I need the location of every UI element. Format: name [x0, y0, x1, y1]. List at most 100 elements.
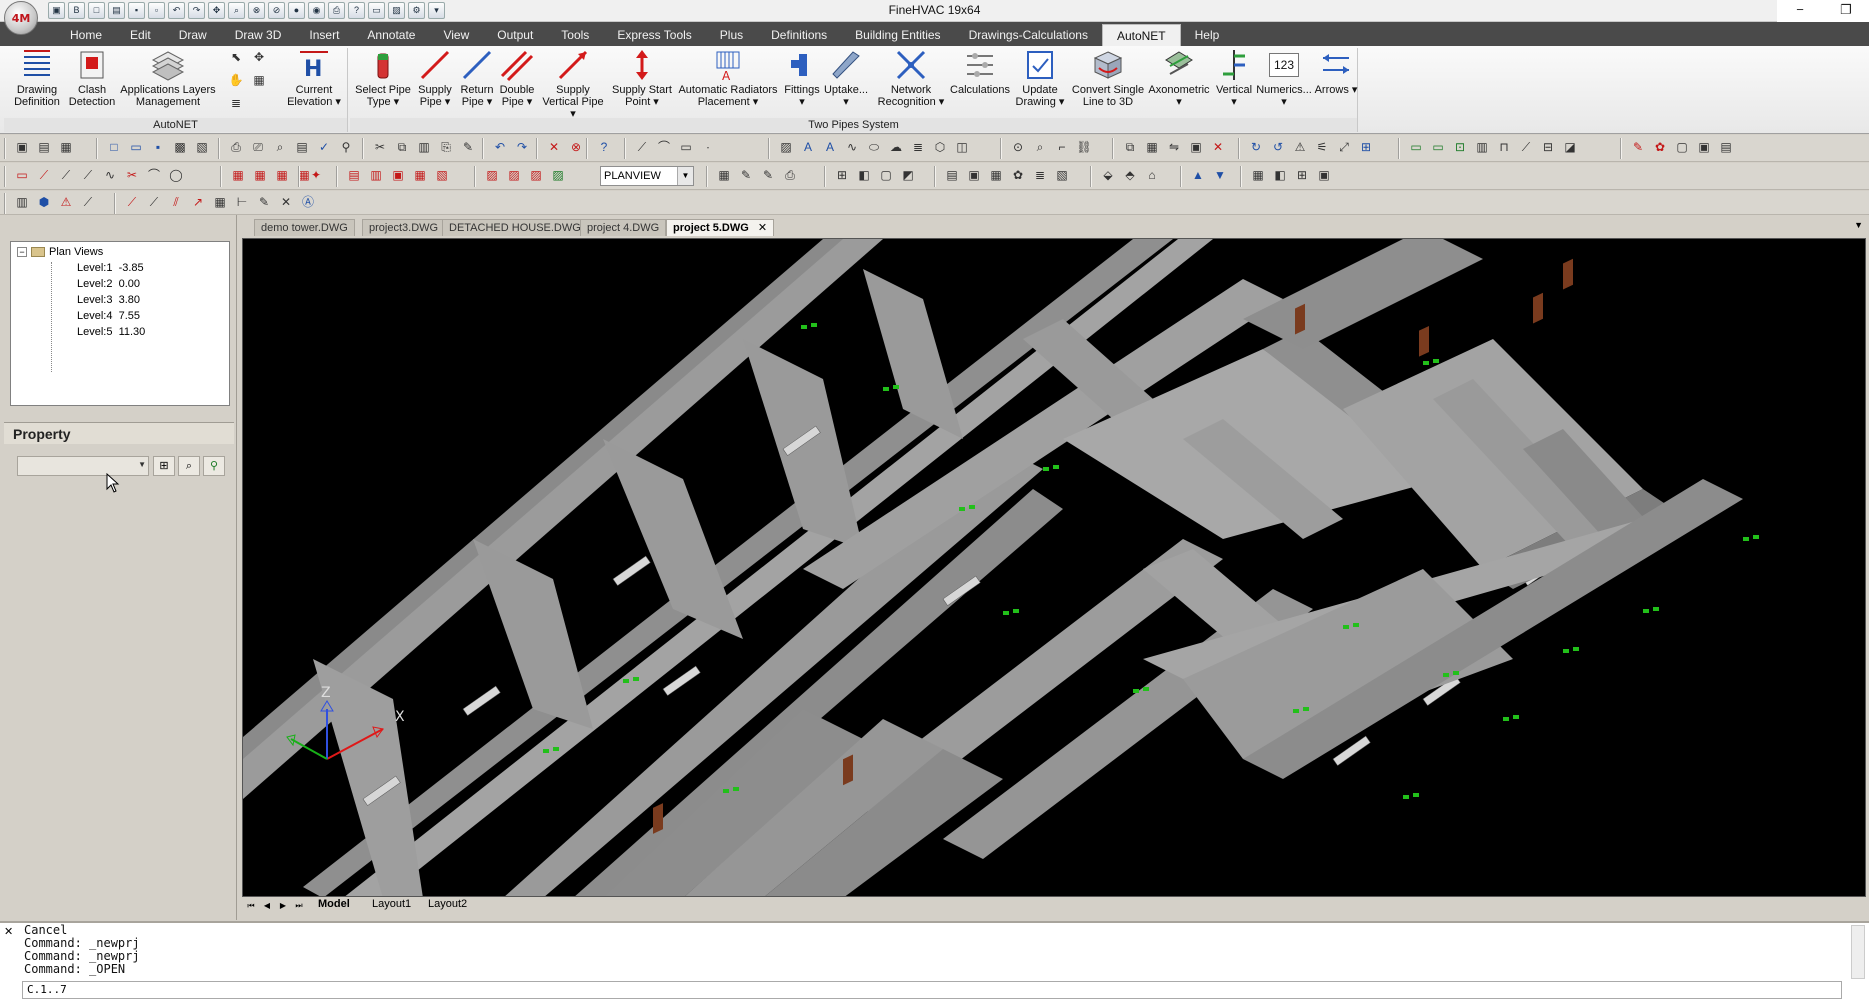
doc-tab-active[interactable]: project 5.DWG ✕	[666, 219, 775, 236]
doc-tab[interactable]: project3.DWG	[362, 219, 446, 236]
tool-a-icon[interactable]: ⬙	[1098, 166, 1118, 186]
circle-icon[interactable]: ◯	[166, 166, 186, 186]
link-icon[interactable]: ⛓	[1074, 138, 1094, 158]
help-icon[interactable]: ?	[594, 138, 614, 158]
polygon-icon[interactable]: ⬡	[930, 138, 950, 158]
dim-icon[interactable]: ⊟	[1538, 138, 1558, 158]
edit-cell-icon[interactable]: ✎	[758, 166, 778, 186]
grid-a-icon[interactable]: ▦	[228, 166, 248, 186]
preview-icon[interactable]: ⌕	[270, 138, 290, 158]
publish-icon[interactable]: ▤	[292, 138, 312, 158]
menu-tab-express-tools[interactable]: Express Tools	[603, 24, 705, 46]
wand-icon[interactable]: ✦	[306, 166, 326, 186]
target-icon[interactable]: ⊙	[1008, 138, 1028, 158]
menu-tab-tools[interactable]: Tools	[547, 24, 603, 46]
brush-icon[interactable]: ✎	[458, 138, 478, 158]
menu-tab-help[interactable]: Help	[1181, 24, 1234, 46]
menu-tab-view[interactable]: View	[429, 24, 483, 46]
window3-icon[interactable]: ▤	[1716, 138, 1736, 158]
block-edit-icon[interactable]: ▥	[12, 193, 32, 213]
layout-c-icon[interactable]: ▨	[526, 166, 546, 186]
current-elevation-button[interactable]: H Current Elevation ▾	[282, 48, 346, 108]
text-icon[interactable]: A	[798, 138, 818, 158]
new-file-icon[interactable]: □	[104, 138, 124, 158]
menu-tab-home[interactable]: Home	[56, 24, 116, 46]
rotate-icon[interactable]: ↻	[1246, 138, 1266, 158]
vertical-button[interactable]: Vertical ▾	[1212, 48, 1256, 108]
plot-icon[interactable]: ⎚	[248, 138, 268, 158]
open-file-icon[interactable]: ▭	[126, 138, 146, 158]
select-pipe-type-button[interactable]: Select Pipe Type ▾	[354, 48, 412, 108]
edit-table-icon[interactable]: ✎	[736, 166, 756, 186]
automatic-radiators-button[interactable]: A Automatic Radiators Placement ▾	[676, 48, 780, 108]
roof-icon[interactable]: ▧	[432, 166, 452, 186]
match-icon[interactable]: ⎘	[436, 138, 456, 158]
warning-icon[interactable]: ⚠	[56, 193, 76, 213]
cloud-icon[interactable]: ☁	[886, 138, 906, 158]
view4-icon[interactable]: ▥	[1472, 138, 1492, 158]
line-icon[interactable]: ⟋	[632, 138, 652, 158]
property-add-button[interactable]: ⊞	[153, 456, 175, 476]
curve-icon[interactable]: ∿	[100, 166, 120, 186]
arrow-line-icon[interactable]: ↗	[188, 193, 208, 213]
double-line-icon[interactable]: ⫽	[166, 193, 186, 213]
layout-a-icon[interactable]: ▨	[482, 166, 502, 186]
doc-tab[interactable]: demo tower.DWG	[254, 219, 355, 236]
mirror2-icon[interactable]: ⚠	[1290, 138, 1310, 158]
menu-tab-output[interactable]: Output	[483, 24, 547, 46]
menu-tab-plus[interactable]: Plus	[706, 24, 757, 46]
scale-icon[interactable]: ⚟	[1312, 138, 1332, 158]
measure-icon[interactable]: ⌕	[1030, 138, 1050, 158]
level-down-icon[interactable]: ▼	[1210, 166, 1230, 186]
obj-e-icon[interactable]: ≣	[1030, 166, 1050, 186]
window1-icon[interactable]: ▢	[1672, 138, 1692, 158]
layout-tab-layout2[interactable]: Layout2	[422, 898, 473, 910]
select-icon[interactable]: ⬉	[226, 48, 246, 68]
supply-vertical-pipe-button[interactable]: Supply Vertical Pipe ▾	[540, 48, 606, 120]
double-pipe-button[interactable]: Double Pipe ▾	[494, 48, 540, 108]
save-all-icon[interactable]: ▩	[170, 138, 190, 158]
obj-d-icon[interactable]: ✿	[1008, 166, 1028, 186]
collapse-icon[interactable]: −	[17, 247, 27, 257]
trim-icon[interactable]: ⊞	[1356, 138, 1376, 158]
render-view-icon[interactable]: ◩	[898, 166, 918, 186]
ruler-icon[interactable]: ⟋	[78, 193, 98, 213]
wall-icon[interactable]: ▤	[344, 166, 364, 186]
print-icon[interactable]: ⎙	[226, 138, 246, 158]
redo-icon[interactable]: ↷	[512, 138, 532, 158]
copy-icon[interactable]: ⧉	[392, 138, 412, 158]
app-logo-button[interactable]: 4M	[4, 1, 38, 35]
close-tool-icon[interactable]: ✕	[276, 193, 296, 213]
cube-icon[interactable]: ⬢	[34, 193, 54, 213]
fittings-button[interactable]: Fittings ▾	[780, 48, 824, 108]
point-icon[interactable]: ∙	[698, 138, 718, 158]
numerics-button[interactable]: 123 Numerics... ▾	[1254, 48, 1314, 108]
stack-icon[interactable]: ≣	[226, 94, 246, 114]
tree-item-level-5[interactable]: Level:5 11.30	[77, 326, 145, 338]
find-icon[interactable]: ⚲	[336, 138, 356, 158]
pencil-icon[interactable]: ✎	[1628, 138, 1648, 158]
tree-item-level-4[interactable]: Level:4 7.55	[77, 310, 140, 322]
cut-icon[interactable]: ✂	[370, 138, 390, 158]
obj-b-icon[interactable]: ▣	[964, 166, 984, 186]
select-rect-icon[interactable]: ▭	[12, 166, 32, 186]
window-icon[interactable]: ▣	[388, 166, 408, 186]
save-icon[interactable]: ▪	[148, 138, 168, 158]
sheet-icon[interactable]: ◪	[1560, 138, 1580, 158]
supply-pipe-button[interactable]: Supply Pipe ▾	[412, 48, 458, 108]
property-select[interactable]: ▼	[17, 456, 149, 476]
prev-layout-icon[interactable]: ◀	[260, 899, 274, 912]
first-layout-icon[interactable]: ⏮	[244, 899, 258, 912]
window2-icon[interactable]: ▣	[1694, 138, 1714, 158]
panel-b-icon[interactable]: ◧	[1270, 166, 1290, 186]
dim-tool-icon[interactable]: ⊢	[232, 193, 252, 213]
network-recognition-button[interactable]: Network Recognition ▾	[872, 48, 950, 108]
obj-c-icon[interactable]: ▦	[986, 166, 1006, 186]
menu-tab-autonet[interactable]: AutoNET	[1101, 24, 1181, 46]
clash-detection-button[interactable]: Clash Detection	[68, 48, 116, 108]
arrows-button[interactable]: Arrows ▾	[1314, 48, 1358, 96]
layout-b-icon[interactable]: ▨	[504, 166, 524, 186]
print-sheet-icon[interactable]: ⎙	[780, 166, 800, 186]
rotate2-icon[interactable]: ↺	[1268, 138, 1288, 158]
rectangle-icon[interactable]: ▭	[676, 138, 696, 158]
